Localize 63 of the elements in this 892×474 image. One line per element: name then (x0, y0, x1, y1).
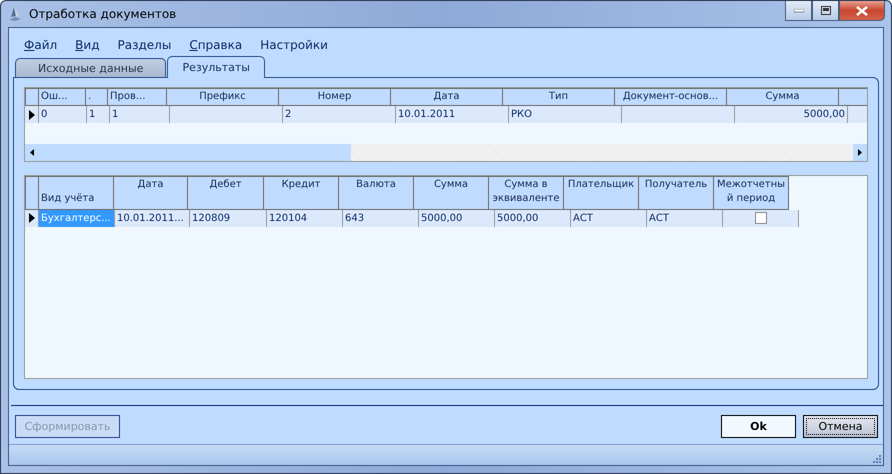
close-button[interactable] (839, 1, 885, 21)
table-cell: 10.01.2011... (115, 210, 190, 227)
scrollbar-thumb[interactable] (39, 144, 351, 161)
column-header[interactable]: Пров... (107, 88, 167, 106)
table-cell: 5000,00 (495, 210, 571, 227)
column-header[interactable]: Номер (278, 88, 391, 106)
horizontal-scrollbar[interactable] (25, 144, 867, 161)
table-cell: 2 (283, 106, 396, 123)
column-header[interactable]: Вид учёта (38, 176, 114, 210)
table-cell: 1 (87, 106, 110, 123)
table-cell: 0 (39, 106, 87, 123)
column-header[interactable]: Документ-основ... (614, 88, 727, 106)
app-icon (7, 6, 23, 22)
column-header[interactable]: Ош... (38, 88, 86, 106)
column-header[interactable]: Тип (502, 88, 615, 106)
table-cell: АСТ (571, 210, 647, 227)
close-icon (856, 6, 868, 16)
minimize-button[interactable] (785, 1, 812, 21)
header-corner (25, 88, 39, 106)
column-header[interactable] (838, 88, 867, 106)
table-cell: АСТ (647, 210, 723, 227)
menu-item[interactable]: Справка (180, 38, 252, 52)
tab[interactable]: Результаты (167, 56, 265, 78)
scroll-right-icon[interactable] (858, 148, 862, 156)
column-header[interactable]: Сумма (413, 176, 489, 210)
tab[interactable]: Исходные данные (15, 58, 166, 78)
table-cell: 120809 (190, 210, 267, 227)
current-row-icon (28, 110, 34, 120)
table-cell: 120104 (267, 210, 343, 227)
dialog-button[interactable]: Отмена (803, 415, 878, 438)
dialog-button[interactable]: Ok (721, 415, 796, 438)
maximize-button[interactable] (812, 1, 839, 21)
table-cell: 5000,00 (419, 210, 495, 227)
table-cell: 1 (110, 106, 170, 123)
table-cell: РКО (509, 106, 622, 123)
current-row-icon (28, 213, 34, 224)
column-header[interactable]: Дата (390, 88, 503, 106)
scroll-left-icon[interactable] (30, 148, 34, 156)
table-cell: 643 (343, 210, 419, 227)
column-header[interactable]: Дата (113, 176, 188, 210)
window-title: Отработка документов (29, 7, 176, 21)
column-header[interactable]: Сумма (726, 88, 839, 106)
menu-item[interactable]: Настройки (251, 38, 337, 52)
column-header[interactable]: . (85, 88, 108, 106)
table-cell: Бухгалтерс... (39, 210, 115, 227)
maximize-icon (820, 6, 830, 15)
column-header[interactable]: Префикс (166, 88, 279, 106)
table-cell: 5000,00 (735, 106, 848, 123)
minimize-icon (794, 8, 804, 12)
resize-grip-icon[interactable] (871, 453, 881, 463)
column-header[interactable]: Дебет (187, 176, 264, 210)
menu-item[interactable]: Вид (66, 38, 109, 52)
column-header[interactable]: Получатель (638, 176, 714, 210)
menu-item[interactable]: Разделы (108, 38, 180, 52)
header-corner (25, 176, 39, 210)
menu-item[interactable]: Файл (15, 38, 66, 52)
column-header[interactable]: Плательщик (563, 176, 639, 210)
table-cell: 10.01.2011 (396, 106, 509, 123)
column-header[interactable]: Сумма в эквиваленте (488, 176, 564, 210)
column-header[interactable]: Валюта (338, 176, 414, 210)
checkbox[interactable] (754, 212, 766, 224)
column-header[interactable]: Межотчетный период (713, 176, 789, 210)
column-header[interactable]: Кредит (263, 176, 339, 210)
